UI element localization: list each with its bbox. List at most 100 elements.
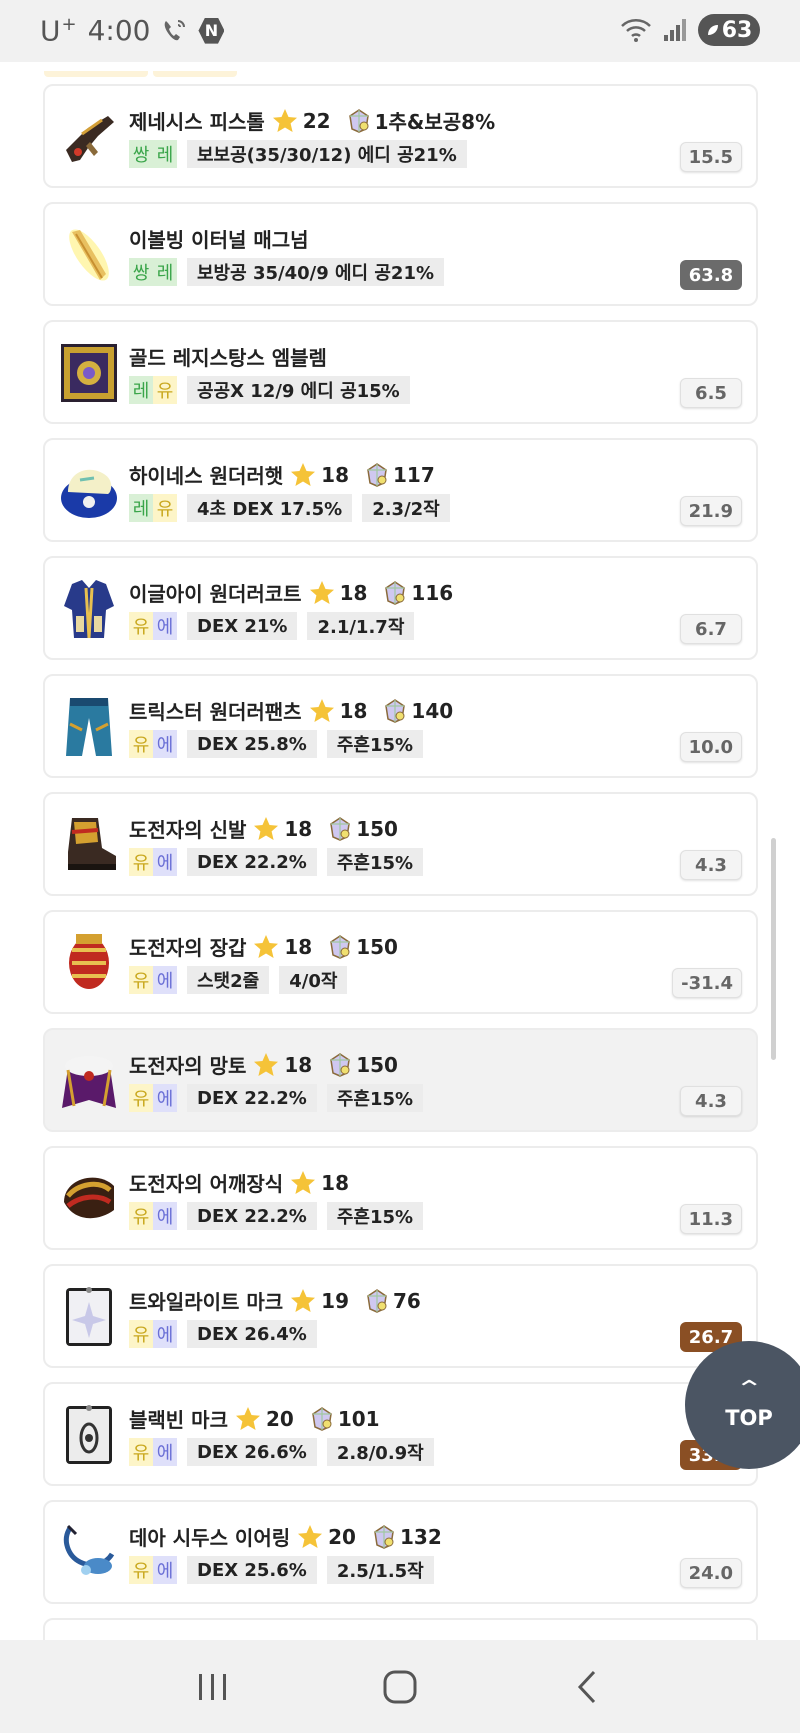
additional-option-value: 150 <box>356 816 398 841</box>
grade-char: 유 <box>129 612 153 640</box>
star-force: 20 <box>234 1405 294 1433</box>
item-card[interactable]: 골드 레지스탕스 엠블렘 레 유 공공X 12/9 에디 공15% 6.5 <box>43 320 758 424</box>
option-tag: DEX 22.2% <box>187 1084 317 1112</box>
previous-card-edge <box>44 62 248 77</box>
item-card[interactable]: 도전자의 장갑 18 150 유 에 스탯2줄 4/0작 -31.4 <box>43 910 758 1014</box>
item-card[interactable]: 이볼빙 이터널 매그넘 쌍 레 보방공 35/40/9 에디 공21% 63.8 <box>43 202 758 306</box>
additional-option: 76 <box>355 1288 421 1314</box>
item-option-row: 레 유 공공X 12/9 에디 공15% <box>129 376 410 404</box>
additional-option-value: 76 <box>393 1288 421 1313</box>
grade-char: 레 <box>129 376 153 404</box>
scroll-top-label: TOP <box>725 1406 773 1430</box>
score-badge: 10.0 <box>679 732 742 762</box>
star-force: 18 <box>289 461 349 489</box>
earring-icon <box>58 1520 120 1586</box>
option-tag: DEX 22.2% <box>187 848 317 876</box>
coat-icon <box>58 576 120 642</box>
option-tag: DEX 21% <box>187 612 298 640</box>
item-title-row: 도전자의 신발 18 150 <box>129 814 398 843</box>
item-card[interactable]: 제네시스 피스톨 22 1추&보공8% 쌍 레 보보공(35/30/12) 에디 공21%… <box>43 84 758 188</box>
home-button[interactable] <box>370 1657 430 1717</box>
item-name: 트릭스터 원더러팬츠 <box>129 700 302 724</box>
item-card[interactable]: 도전자의 신발 18 150 유 에 DEX 22.2% 주흔15% 4.3 <box>43 792 758 896</box>
item-card[interactable]: 트와일라이트 마크 19 76 유 에 DEX 26.4% 26.7 <box>43 1264 758 1368</box>
grade-char: 에 <box>153 848 177 876</box>
option-tag: 공공X 12/9 에디 공15% <box>187 376 410 404</box>
potential-cube-icon <box>374 1524 394 1549</box>
grade-char: 유 <box>153 494 177 522</box>
grade-char: 에 <box>153 1202 177 1230</box>
grade-char: 에 <box>153 1084 177 1112</box>
grade-char: 에 <box>153 1320 177 1348</box>
option-tag: 주흔15% <box>326 848 424 876</box>
hat-icon <box>58 458 120 524</box>
item-card[interactable]: 하이네스 원더러햇 18 117 레 유 4초 DEX 17.5% 2.3/2작 21.9 <box>43 438 758 542</box>
item-card[interactable]: 도전자의 어깨장식 18 유 에 DEX 22.2% 주흔15% 11.3 <box>43 1146 758 1250</box>
option-tag: 4/0작 <box>279 966 348 994</box>
item-option-row: 쌍 레 보방공 35/40/9 에디 공21% <box>129 258 445 286</box>
potential-grade-badge: 레유 <box>129 376 177 404</box>
potential-cube-icon <box>311 1406 332 1431</box>
potential-grade-badge: 유에 <box>129 1320 177 1348</box>
item-card-partial[interactable] <box>43 1618 758 1640</box>
grade-char: 에 <box>153 1556 177 1584</box>
grade-char: 유 <box>129 1556 153 1584</box>
grade-char: 레 <box>153 140 177 168</box>
star-force-icon <box>272 108 297 132</box>
battery-level: 63 <box>721 17 753 43</box>
item-card[interactable]: 블랙빈 마크20101유에DEX 26.6%2.8/0.9작33.0 <box>43 1382 758 1486</box>
grade-char: 유 <box>129 730 153 758</box>
item-name: 블랙빈 마크 <box>129 1408 228 1432</box>
item-option-row: 유 에 DEX 21% 2.1/1.7작 <box>129 612 415 640</box>
potential-cube-icon <box>367 462 387 487</box>
score-badge: 4.3 <box>680 1086 742 1116</box>
item-name: 도전자의 장갑 <box>129 936 247 960</box>
item-option-row: 유 에 DEX 25.8% 주흔15% <box>129 730 424 758</box>
item-card[interactable]: 데아 시두스 이어링 20 132 유 에 DEX 25.6% 2.5/1.5작 24.0 <box>43 1500 758 1604</box>
n-badge-icon: N <box>198 17 225 44</box>
additional-option-value: 117 <box>393 462 435 487</box>
star-force-count: 22 <box>302 108 331 133</box>
star-force-count: 18 <box>339 580 368 605</box>
score-badge: 63.8 <box>680 260 742 290</box>
item-card[interactable]: 이글아이 원더러코트 18 116 유 에 DEX 21% 2.1/1.7작 6.7 <box>43 556 758 660</box>
option-tag: 보방공 35/40/9 에디 공21% <box>187 258 445 286</box>
option-tag: DEX 26.6% <box>187 1438 317 1466</box>
star-force-count: 18 <box>284 816 313 841</box>
potential-grade-badge: 쌍레 <box>129 258 177 286</box>
star-force-icon <box>254 934 279 958</box>
star-force: 19 <box>289 1287 349 1315</box>
grade-char: 유 <box>129 1438 153 1466</box>
star-force-count: 18 <box>339 698 368 723</box>
star-force-count: 18 <box>284 934 313 959</box>
item-card[interactable]: 도전자의 망토 18 150 유 에 DEX 22.2% 주흔15% 4.3 <box>43 1028 758 1132</box>
grade-char: 유 <box>153 376 177 404</box>
shoulder-icon <box>58 1166 120 1232</box>
score-badge: 21.9 <box>679 496 742 526</box>
scrollbar[interactable] <box>771 838 776 1060</box>
grade-char: 레 <box>153 258 177 286</box>
potential-grade-badge: 유에 <box>129 1438 177 1466</box>
option-tag: 보보공(35/30/12) 에디 공21% <box>187 140 467 168</box>
back-icon <box>577 1670 595 1703</box>
star-force: 18 <box>308 697 368 725</box>
grade-char: 유 <box>129 1084 153 1112</box>
additional-option-value: 150 <box>356 1052 398 1077</box>
star-force-icon <box>291 1170 316 1194</box>
item-title-row: 도전자의 망토 18 150 <box>129 1050 398 1079</box>
item-card[interactable]: 트릭스터 원더러팬츠 18 140 유 에 DEX 25.8% 주흔15% 10.0 <box>43 674 758 778</box>
item-name: 도전자의 망토 <box>129 1054 247 1078</box>
star-force-count: 20 <box>265 1406 294 1431</box>
grade-char: 유 <box>129 1320 153 1348</box>
back-button[interactable] <box>557 1657 617 1717</box>
item-list[interactable]: 제네시스 피스톨 22 1추&보공8% 쌍 레 보보공(35/30/12) 에디 공21%… <box>0 62 800 1640</box>
emblem-icon <box>58 340 120 406</box>
item-title-row: 골드 레지스탕스 엠블렘 <box>129 342 327 371</box>
option-tag: 2.3/2작 <box>362 494 450 522</box>
option-tag: 주흔15% <box>326 1202 424 1230</box>
pants-icon <box>58 694 120 760</box>
grade-char: 유 <box>129 966 153 994</box>
grade-char: 에 <box>153 1438 177 1466</box>
recent-apps-button[interactable] <box>183 1657 243 1717</box>
potential-grade-badge: 유에 <box>129 612 177 640</box>
